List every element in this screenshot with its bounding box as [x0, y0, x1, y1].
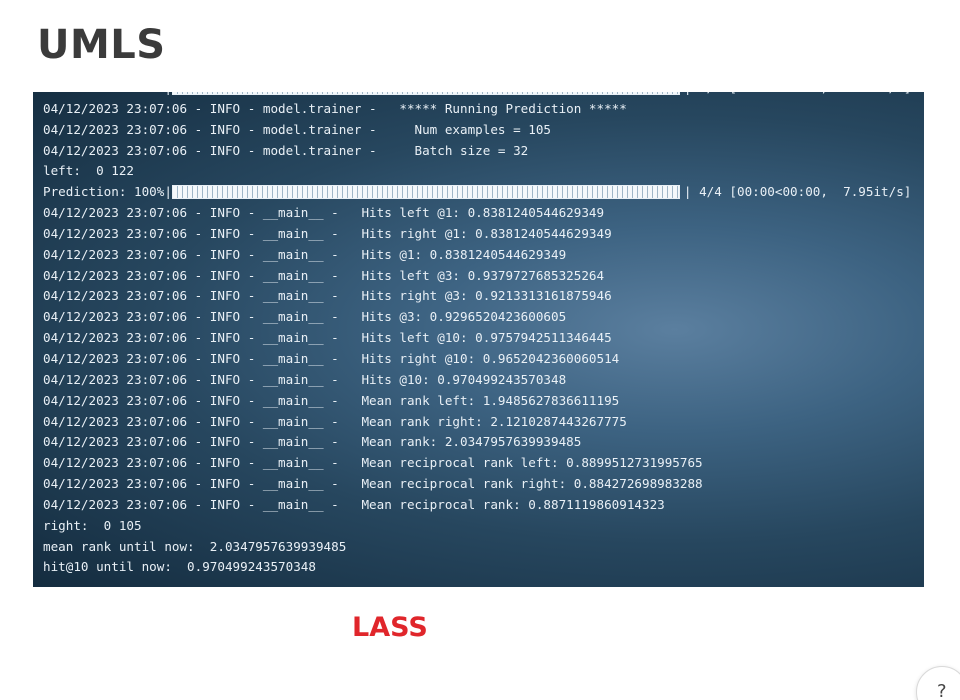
progress-prefix: Prediction: 100%|	[43, 92, 172, 95]
progress-suffix: | 4/4 [00:00<00:00, 7.46it/s]	[684, 92, 911, 95]
terminal-line: 04/12/2023 23:07:06 - INFO - __main__ - …	[43, 350, 620, 366]
progress-bar	[171, 92, 680, 95]
terminal-line: 04/12/2023 23:07:06 - INFO - __main__ - …	[43, 288, 612, 304]
terminal-line: 04/12/2023 23:07:06 - INFO - __main__ - …	[43, 413, 627, 429]
question-icon: ?	[937, 681, 947, 700]
terminal-line: 04/12/2023 23:07:06 - INFO - __main__ - …	[43, 476, 703, 492]
terminal-line: 04/12/2023 23:07:06 - INFO - __main__ - …	[43, 392, 620, 408]
terminal-line: 04/12/2023 23:07:06 - INFO - __main__ - …	[43, 330, 612, 346]
terminal-line: mean rank until now: 2.0347957639939485	[43, 538, 347, 554]
terminal-line: 04/12/2023 23:07:06 - INFO - model.train…	[43, 142, 529, 158]
terminal-line: 04/12/2023 23:07:06 - INFO - model.train…	[43, 100, 627, 116]
terminal-line: 04/12/2023 23:07:06 - INFO - __main__ - …	[43, 434, 582, 450]
help-button[interactable]: ?	[916, 666, 960, 700]
terminal-line: 04/12/2023 23:07:06 - INFO - __main__ - …	[43, 309, 567, 325]
terminal-output: Prediction: 100%| | 4/4 [00:00<00:00, 7.4…	[43, 92, 911, 578]
page-title: UMLS	[37, 22, 166, 68]
progress-bar	[171, 184, 680, 199]
terminal-line: 04/12/2023 23:07:06 - INFO - __main__ - …	[43, 205, 605, 221]
progress-line: Prediction: 100%| | 4/4 [00:00<00:00, 7.4…	[43, 92, 911, 99]
terminal-line: 04/12/2023 23:07:06 - INFO - __main__ - …	[43, 455, 703, 471]
progress-suffix: | 4/4 [00:00<00:00, 7.95it/s]	[683, 184, 912, 200]
terminal-line: 04/12/2023 23:07:06 - INFO - __main__ - …	[43, 246, 567, 262]
terminal-line: 04/12/2023 23:07:06 - INFO - __main__ - …	[43, 267, 605, 283]
terminal-line: right: 0 105	[43, 517, 142, 533]
terminal-line: left: 0 122	[43, 163, 134, 179]
terminal-line: hit@10 until now: 0.970499243570348	[43, 559, 316, 575]
terminal-line: 04/12/2023 23:07:06 - INFO - __main__ - …	[43, 225, 612, 241]
terminal-line: 04/12/2023 23:07:06 - INFO - model.train…	[43, 121, 551, 137]
terminal-line: 04/12/2023 23:07:06 - INFO - __main__ - …	[43, 496, 665, 512]
terminal-screenshot: Prediction: 100%| | 4/4 [00:00<00:00, 7.4…	[33, 92, 924, 587]
progress-prefix: Prediction: 100%|	[43, 184, 172, 200]
progress-line: Prediction: 100%| | 4/4 [00:00<00:00, 7.9…	[43, 182, 911, 203]
terminal-line: 04/12/2023 23:07:06 - INFO - __main__ - …	[43, 371, 567, 387]
section-label: LASS	[352, 612, 428, 643]
